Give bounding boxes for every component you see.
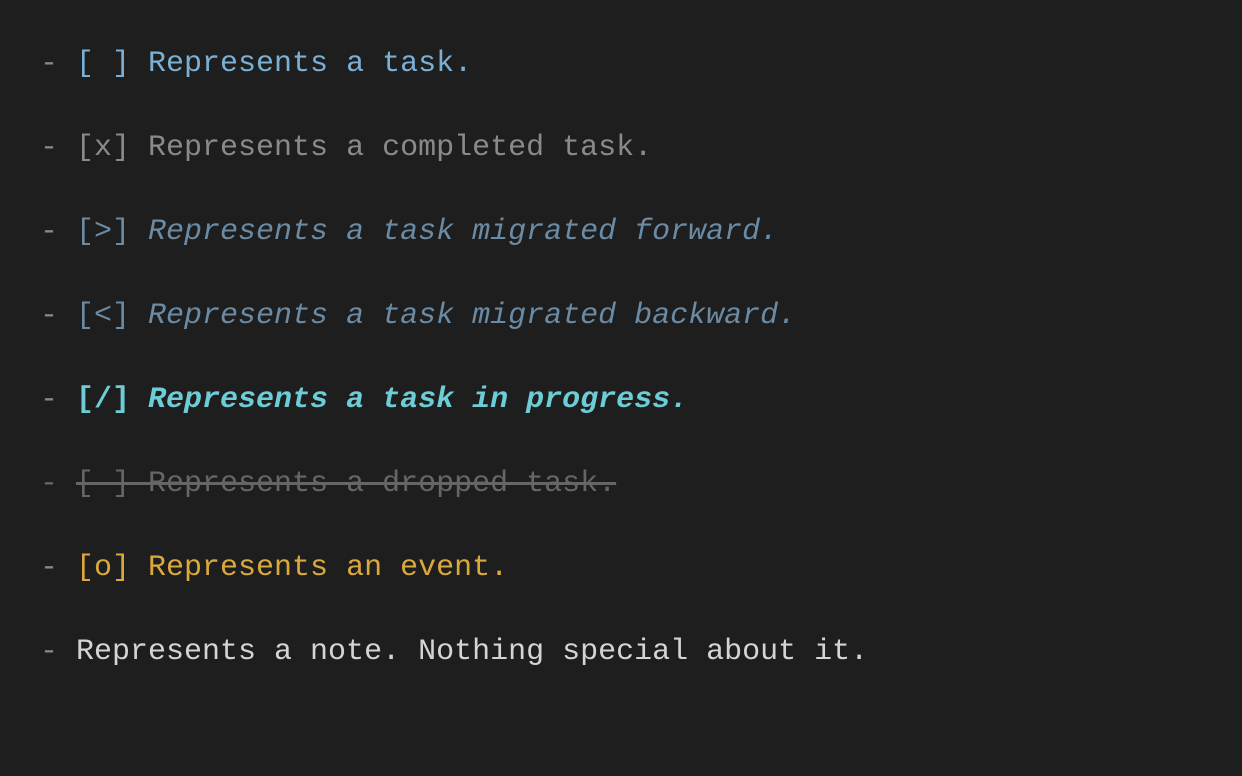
task-open: - [ ] Represents a task. [40,40,1202,88]
bullet-dash: - [40,467,76,501]
task-marker: [ ] [76,47,148,81]
task-description: Represents a completed task. [148,131,652,165]
task-description: Represents a task. [148,47,472,81]
bullet-dash: - [40,551,76,585]
bullet-dash: - [40,131,76,165]
task-in-progress: - [/] Represents a task in progress. [40,376,1202,424]
bullet-dash: - [40,47,76,81]
bullet-dash: - [40,215,76,249]
task-migrated-backward: - [<] Represents a task migrated backwar… [40,292,1202,340]
bullet-dash: - [40,635,76,669]
task-migrated-forward: - [>] Represents a task migrated forward… [40,208,1202,256]
bullet-dash: - [40,299,76,333]
task-marker: [-] [76,467,148,501]
task-completed: - [x] Represents a completed task. [40,124,1202,172]
task-description: Represents a task in progress. [148,383,688,417]
task-marker: [x] [76,131,148,165]
code-editor-content: - [ ] Represents a task.- [x] Represents… [40,40,1202,676]
task-description: Represents a task migrated backward. [148,299,796,333]
task-description: Represents a note. Nothing special about… [76,635,868,669]
task-description: Represents an event. [148,551,508,585]
bullet-dash: - [40,383,76,417]
task-marker: [o] [76,551,148,585]
task-description: Represents a dropped task. [148,467,616,501]
task-description: Represents a task migrated forward. [148,215,778,249]
task-event: - [o] Represents an event. [40,544,1202,592]
task-marker: [>] [76,215,148,249]
task-note: - Represents a note. Nothing special abo… [40,628,1202,676]
task-marker: [/] [76,383,148,417]
task-dropped: - [-] Represents a dropped task. [40,460,1202,508]
task-marker: [<] [76,299,148,333]
